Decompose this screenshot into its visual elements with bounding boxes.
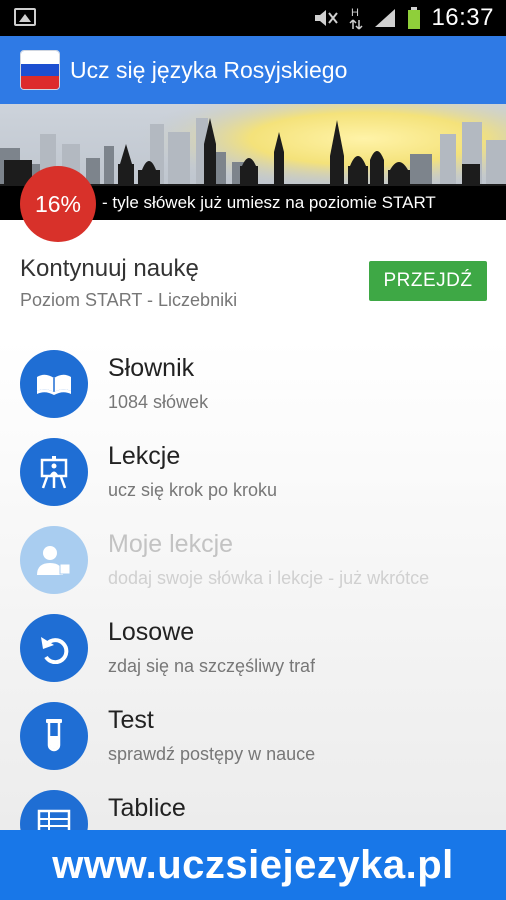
- menu-item-random[interactable]: Losowe zdaj się na szczęśliwy traf: [0, 604, 506, 692]
- menu-item-subtitle: dodaj swoje słówka i lekcje - już wkrótc…: [108, 568, 430, 588]
- person-add-icon-circle: [20, 526, 88, 594]
- test-tube-icon-circle: [20, 702, 88, 770]
- app-bar: Ucz się języka Rosyjskiego: [0, 36, 506, 104]
- main-menu: Słownik 1084 słówek Lekcje ucz się krok …: [0, 340, 506, 858]
- progress-caption: - tyle słówek już umiesz na poziomie STA…: [102, 193, 436, 212]
- progress-percent-badge: 16%: [20, 166, 96, 242]
- easel-icon: [40, 456, 68, 489]
- battery-icon: [408, 7, 421, 29]
- menu-item-label: Słownik: [108, 354, 195, 382]
- easel-icon-circle: [20, 438, 88, 506]
- undo-arrow-icon: [41, 637, 69, 664]
- signal-icon: [375, 9, 396, 27]
- network-label: H: [351, 7, 359, 19]
- continue-title: Kontynuuj naukę: [20, 255, 199, 282]
- menu-item-lessons[interactable]: Lekcje ucz się krok po kroku: [0, 428, 506, 516]
- continue-subtitle: Poziom START - Liczebniki: [20, 290, 238, 310]
- menu-item-test[interactable]: Test sprawdź postępy w nauce: [0, 692, 506, 780]
- menu-item-subtitle: zdaj się na szczęśliwy traf: [108, 656, 316, 676]
- person-add-icon: [37, 546, 71, 575]
- network-h-icon: H: [349, 7, 363, 30]
- menu-item-label: Tablice: [108, 794, 186, 822]
- menu-item-label: Losowe: [108, 618, 195, 646]
- status-bar: H 16:37: [0, 0, 506, 36]
- test-tube-icon: [46, 719, 62, 752]
- go-button[interactable]: PRZEJDŹ: [369, 261, 487, 301]
- gallery-icon: [14, 8, 36, 26]
- app-title: Ucz się języka Rosyjskiego: [70, 56, 348, 83]
- menu-item-label: Test: [108, 706, 154, 734]
- menu-item-label: Moje lekcje: [108, 530, 234, 558]
- book-icon: [37, 374, 71, 395]
- website-banner[interactable]: www.uczsiejezyka.pl: [0, 830, 506, 900]
- undo-arrow-icon-circle: [20, 614, 88, 682]
- menu-item-dictionary[interactable]: Słownik 1084 słówek: [0, 340, 506, 428]
- menu-item-subtitle: ucz się krok po kroku: [108, 480, 278, 500]
- clock: 16:37: [431, 4, 494, 31]
- menu-item-subtitle: 1084 słówek: [108, 392, 209, 412]
- russian-flag-icon: [20, 50, 60, 90]
- menu-item-my-lessons: Moje lekcje dodaj swoje słówka i lekcje …: [0, 516, 506, 604]
- menu-item-label: Lekcje: [108, 442, 181, 470]
- menu-item-subtitle: sprawdź postępy w nauce: [108, 744, 316, 764]
- book-icon-circle: [20, 350, 88, 418]
- status-icons: H 16:37: [313, 0, 494, 36]
- mute-icon: [315, 10, 339, 26]
